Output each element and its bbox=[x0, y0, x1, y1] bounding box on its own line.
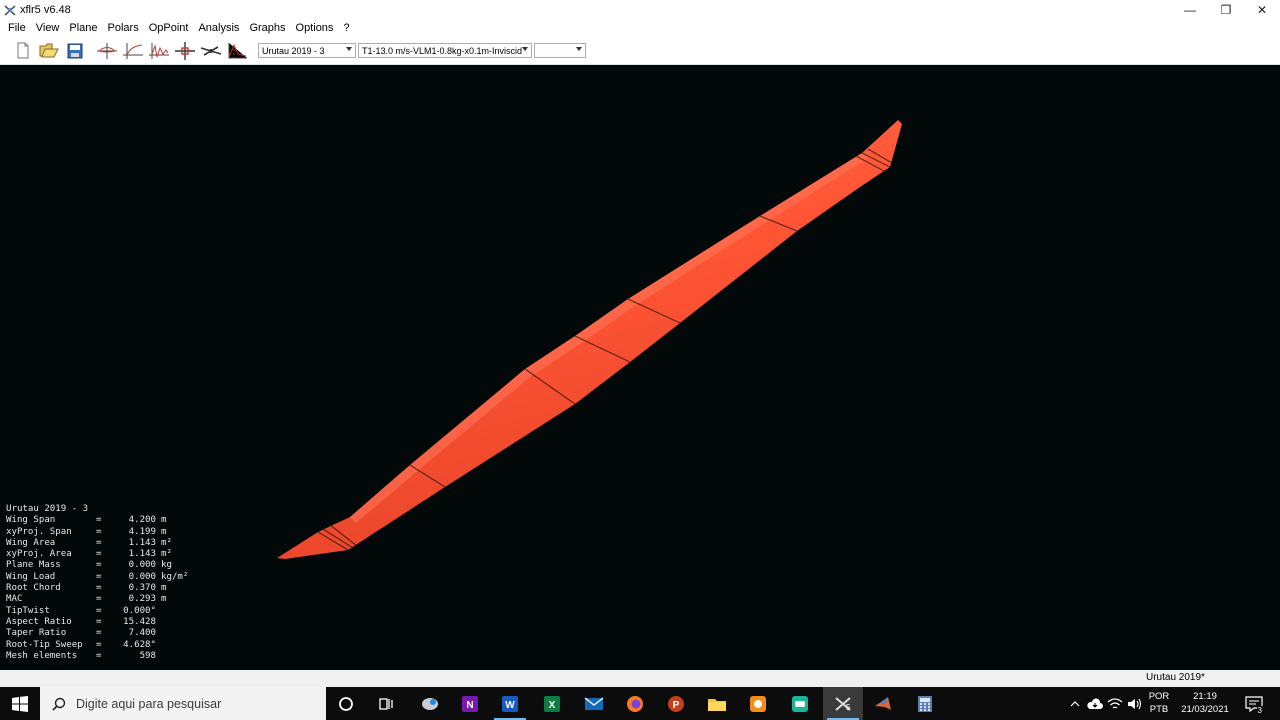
search-placeholder: Digite aqui para pesquisar bbox=[76, 696, 222, 711]
mail-icon[interactable] bbox=[574, 687, 614, 720]
matlab-icon[interactable] bbox=[863, 687, 903, 720]
3d-viewport[interactable]: Urutau 2019 - 3 Wing Span = 4.200 m xyProj.… bbox=[0, 66, 1280, 670]
minimize-button[interactable]: — bbox=[1172, 0, 1208, 20]
word-icon[interactable]: W bbox=[490, 687, 530, 720]
info-row: Wing Span = 4.200 m bbox=[6, 515, 167, 526]
close-button[interactable]: ✕ bbox=[1244, 0, 1280, 20]
game-app-icon[interactable] bbox=[780, 687, 820, 720]
polar-select[interactable]: T1-13.0 m/s-VLM1-0.8kg-x0.1m-Inviscid bbox=[358, 43, 532, 58]
onedrive-icon[interactable] bbox=[1086, 687, 1104, 720]
info-row: TipTwist = 0.000° bbox=[6, 605, 156, 616]
windows-start-icon[interactable] bbox=[0, 687, 40, 720]
plane-crosshair-icon[interactable] bbox=[172, 39, 198, 63]
volume-icon[interactable] bbox=[1126, 687, 1144, 720]
input-language[interactable]: POR PTB bbox=[1146, 690, 1172, 716]
firefox-icon[interactable] bbox=[615, 687, 655, 720]
info-row: Wing Area = 1.143 m² bbox=[6, 537, 172, 548]
onenote-icon[interactable]: N bbox=[450, 687, 490, 720]
menu-options[interactable]: Options bbox=[291, 20, 339, 37]
chevron-up-icon[interactable] bbox=[1066, 687, 1084, 720]
plane-info-panel: Urutau 2019 - 3 Wing Span = 4.200 m xyProj.… bbox=[6, 504, 188, 662]
open-file-icon[interactable] bbox=[36, 39, 62, 63]
info-row: Aspect Ratio = 15.428 bbox=[6, 616, 156, 627]
paint-app-icon[interactable] bbox=[738, 687, 778, 720]
menu-analysis[interactable]: Analysis bbox=[193, 20, 244, 37]
spectrum-view-icon[interactable] bbox=[146, 39, 172, 63]
maximize-button[interactable]: ❐ bbox=[1208, 0, 1244, 20]
menu-file[interactable]: File bbox=[3, 20, 31, 37]
notification-center-icon[interactable]: 3 bbox=[1242, 687, 1266, 720]
chevron-down-icon bbox=[522, 47, 528, 51]
svg-text:N: N bbox=[466, 700, 473, 711]
onenote-alt-icon[interactable] bbox=[410, 687, 450, 720]
wing-3d-render[interactable] bbox=[0, 66, 1280, 670]
menu-help[interactable]: ? bbox=[338, 20, 354, 37]
svg-text:W: W bbox=[505, 700, 515, 711]
status-text: Urutau 2019* bbox=[1146, 672, 1205, 683]
search-icon bbox=[52, 697, 66, 711]
plane-name: Urutau 2019 - 3 bbox=[6, 504, 89, 514]
menu-bar: File View Plane Polars OpPoint Analysis … bbox=[0, 20, 1280, 37]
info-row: Taper Ratio = 7.400 bbox=[6, 628, 156, 639]
info-row: Wing Load = 0.000 kg/m² bbox=[6, 571, 189, 582]
menu-oppoint[interactable]: OpPoint bbox=[144, 20, 194, 37]
calculator-icon[interactable] bbox=[905, 687, 945, 720]
info-row: Root-Tip Sweep = 4.628° bbox=[6, 639, 156, 650]
plane-select-value: Urutau 2019 - 3 bbox=[262, 45, 325, 56]
xflr5-app-icon[interactable] bbox=[2, 2, 18, 18]
wifi-icon[interactable] bbox=[1106, 687, 1124, 720]
info-row: MAC = 0.293 m bbox=[6, 594, 167, 605]
notification-count-badge: 3 bbox=[1256, 706, 1263, 715]
info-row: xyProj. Span = 4.199 m bbox=[6, 526, 167, 537]
menu-plane[interactable]: Plane bbox=[64, 20, 102, 37]
polar-select-value: T1-13.0 m/s-VLM1-0.8kg-x0.1m-Inviscid bbox=[362, 45, 523, 56]
task-view-icon[interactable] bbox=[366, 687, 406, 720]
cp-view-icon[interactable] bbox=[224, 39, 250, 63]
window-title: xflr5 v6.48 bbox=[20, 4, 71, 16]
file-explorer-icon[interactable] bbox=[697, 687, 737, 720]
info-row: Plane Mass = 0.000 kg bbox=[6, 560, 172, 571]
info-row: Mesh elements = 598 bbox=[6, 650, 156, 661]
taskbar: Digite aqui para pesquisar N W X P 5 POR… bbox=[0, 687, 1280, 720]
chevron-down-icon bbox=[346, 47, 352, 51]
xflr5-taskbar-icon[interactable]: 5 bbox=[823, 687, 863, 720]
excel-icon[interactable]: X bbox=[532, 687, 572, 720]
save-icon[interactable] bbox=[62, 39, 88, 63]
toolbar: Urutau 2019 - 3 T1-13.0 m/s-VLM1-0.8kg-x… bbox=[0, 37, 1280, 65]
new-file-icon[interactable] bbox=[10, 39, 36, 63]
menu-view[interactable]: View bbox=[31, 20, 65, 37]
svg-text:P: P bbox=[673, 700, 680, 711]
menu-polars[interactable]: Polars bbox=[103, 20, 144, 37]
foil-design-icon[interactable] bbox=[94, 39, 120, 63]
system-clock[interactable]: 21:19 21/03/2021 bbox=[1176, 690, 1234, 716]
polar-view-icon[interactable] bbox=[120, 39, 146, 63]
status-bar: Urutau 2019* bbox=[0, 670, 1280, 687]
info-row: Root Chord = 0.370 m bbox=[6, 583, 167, 594]
clock-date: 21/03/2021 bbox=[1181, 704, 1229, 715]
opp-select[interactable] bbox=[534, 43, 586, 58]
wing-surface bbox=[277, 120, 902, 559]
taskbar-search[interactable]: Digite aqui para pesquisar bbox=[40, 687, 326, 720]
menu-graphs[interactable]: Graphs bbox=[244, 20, 290, 37]
chevron-down-icon bbox=[576, 47, 582, 51]
info-row: xyProj. Area = 1.143 m² bbox=[6, 549, 172, 560]
plane-select[interactable]: Urutau 2019 - 3 bbox=[258, 43, 356, 58]
plane-3d-icon[interactable] bbox=[198, 39, 224, 63]
cortana-icon[interactable] bbox=[326, 687, 366, 720]
clock-time: 21:19 bbox=[1193, 691, 1217, 702]
title-bar: xflr5 v6.48 — ❐ ✕ bbox=[0, 0, 1280, 20]
window-controls: — ❐ ✕ bbox=[1172, 0, 1280, 20]
svg-text:5: 5 bbox=[846, 703, 851, 712]
svg-text:X: X bbox=[549, 700, 556, 711]
powerpoint-icon[interactable]: P bbox=[656, 687, 696, 720]
